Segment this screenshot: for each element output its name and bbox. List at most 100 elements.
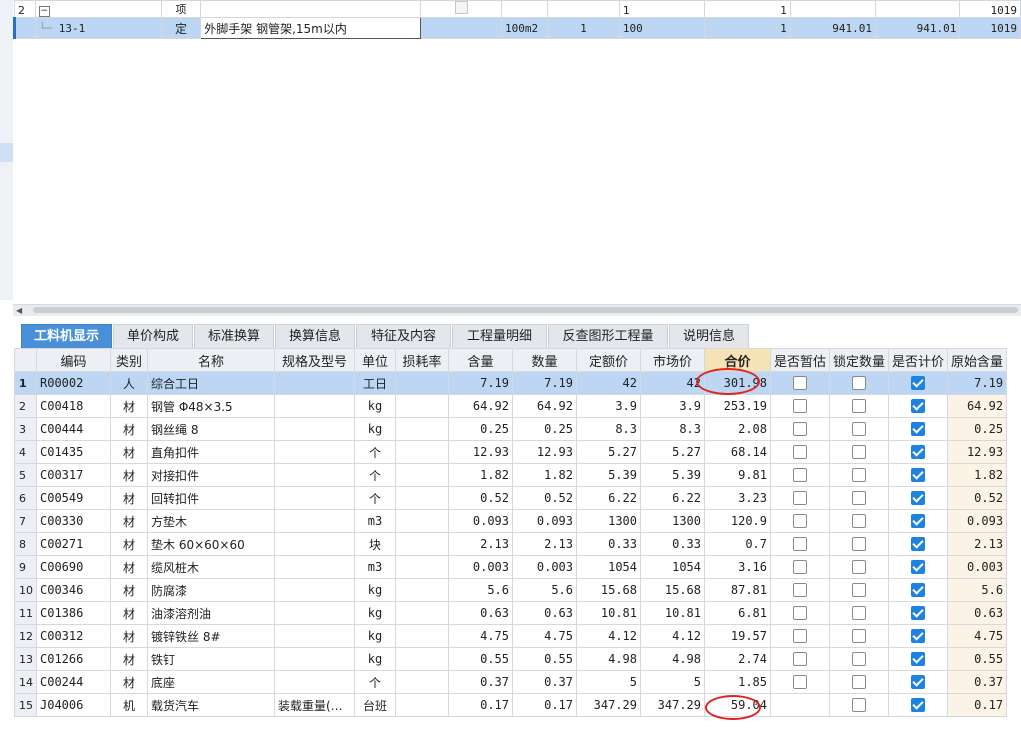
cell-unit[interactable]: 台班: [354, 693, 396, 717]
cell-category[interactable]: 材: [110, 394, 148, 418]
lock-qty-checkbox[interactable]: [852, 675, 867, 690]
row-number[interactable]: 3: [14, 417, 37, 441]
top-checkbox[interactable]: [454, 1, 468, 14]
lock-qty-checkbox[interactable]: [852, 468, 867, 483]
cell-content[interactable]: 0.52: [448, 486, 513, 510]
collapse-icon[interactable]: −: [38, 5, 50, 17]
priced-checkbox[interactable]: [911, 652, 926, 667]
cell-code[interactable]: C00346: [36, 578, 111, 602]
cell-spec[interactable]: [274, 440, 355, 464]
cell-spec[interactable]: [274, 532, 355, 556]
cell-spec[interactable]: 装载重量(…: [274, 693, 355, 717]
cell-content[interactable]: 0.093: [448, 509, 513, 533]
tab-features[interactable]: 特征及内容: [356, 324, 451, 348]
cell-quantity[interactable]: 0.25: [512, 417, 577, 441]
provisional-checkbox[interactable]: [793, 583, 807, 598]
col-header-loss-rate[interactable]: 损耗率: [395, 348, 449, 372]
priced-checkbox[interactable]: [911, 698, 926, 713]
cell-original-content[interactable]: 0.093: [947, 509, 1008, 533]
table-row[interactable]: 12 C00312 材镀锌铁丝 8# kg 4.75 4.75 4.12 4.12 19.57 4…: [14, 624, 1008, 648]
cell-unit[interactable]: m3: [354, 509, 396, 533]
cell-market-price[interactable]: 6.22: [640, 486, 705, 510]
col-header-name[interactable]: 名称: [147, 348, 275, 372]
cell-quantity[interactable]: 7.19: [512, 371, 577, 395]
cell-loss-rate[interactable]: [395, 555, 449, 579]
col-header-code[interactable]: 编码: [36, 348, 111, 372]
col-header-category[interactable]: 类别: [110, 348, 148, 372]
cell-code[interactable]: C01266: [36, 647, 111, 671]
lock-qty-checkbox[interactable]: [852, 560, 867, 575]
cell-market-price[interactable]: 0.33: [640, 532, 705, 556]
cell-code[interactable]: C00271: [36, 532, 111, 556]
scrollbar-thumb[interactable]: [33, 307, 1018, 313]
row-number[interactable]: 1: [14, 371, 37, 395]
cell-original-content[interactable]: 0.003: [947, 555, 1008, 579]
col-header-total[interactable]: 合价: [704, 348, 771, 372]
cell-code[interactable]: C01386: [36, 601, 111, 625]
table-row[interactable]: 14 C00244 材底座个 0.37 0.37 5 5 1.85 0.37: [14, 670, 1008, 694]
cell-market-price[interactable]: 4.98: [640, 647, 705, 671]
cell-original-content[interactable]: 0.52: [947, 486, 1008, 510]
cell-unit[interactable]: 块: [354, 532, 396, 556]
provisional-checkbox[interactable]: [793, 491, 807, 506]
table-row[interactable]: 11 C01386 材油漆溶剂油 kg 0.63 0.63 10.81 10.81 6.81 0.…: [14, 601, 1008, 625]
cell-name[interactable]: 防腐漆: [147, 578, 275, 602]
cell-category[interactable]: 材: [110, 532, 148, 556]
cell-original-content[interactable]: 0.17: [947, 693, 1008, 717]
row-number[interactable]: 8: [14, 532, 37, 556]
cell-original-content[interactable]: 0.37: [947, 670, 1008, 694]
cell-spec[interactable]: [274, 601, 355, 625]
cell-content[interactable]: 0.25: [448, 417, 513, 441]
cell-market-price[interactable]: 5: [640, 670, 705, 694]
cell-loss-rate[interactable]: [395, 440, 449, 464]
cell-quantity[interactable]: 0.17: [512, 693, 577, 717]
top-row-name-cell[interactable]: 外脚手架 钢管架,15m以内: [200, 17, 422, 39]
cell-content[interactable]: 7.19: [448, 371, 513, 395]
priced-checkbox[interactable]: [911, 629, 926, 644]
cell-name[interactable]: 载货汽车: [147, 693, 275, 717]
cell-spec[interactable]: [274, 463, 355, 487]
cell-code[interactable]: J04006: [36, 693, 111, 717]
col-header-market-price[interactable]: 市场价: [640, 348, 705, 372]
col-header-quota-price[interactable]: 定额价: [576, 348, 641, 372]
top-row-13-1[interactable]: └─ 13-1 定 外脚手架 钢管架,15m以内 100m2 1 100 1 9…: [13, 17, 1021, 39]
cell-content[interactable]: 0.63: [448, 601, 513, 625]
cell-quota-price[interactable]: 5: [576, 670, 641, 694]
lock-qty-checkbox[interactable]: [852, 537, 867, 552]
cell-name[interactable]: 钢丝绳 8: [147, 417, 275, 441]
cell-original-content[interactable]: 1.82: [947, 463, 1008, 487]
cell-market-price[interactable]: 5.27: [640, 440, 705, 464]
provisional-checkbox[interactable]: [793, 422, 807, 437]
cell-unit[interactable]: 工日: [354, 371, 396, 395]
cell-original-content[interactable]: 7.19: [947, 371, 1008, 395]
cell-loss-rate[interactable]: [395, 532, 449, 556]
cell-quota-price[interactable]: 4.98: [576, 647, 641, 671]
cell-market-price[interactable]: 10.81: [640, 601, 705, 625]
cell-spec[interactable]: [274, 417, 355, 441]
lock-qty-checkbox[interactable]: [852, 376, 867, 391]
priced-checkbox[interactable]: [911, 606, 926, 621]
provisional-checkbox[interactable]: [793, 445, 807, 460]
cell-loss-rate[interactable]: [395, 647, 449, 671]
cell-content[interactable]: 2.13: [448, 532, 513, 556]
priced-checkbox[interactable]: [911, 399, 926, 414]
cell-unit[interactable]: m3: [354, 555, 396, 579]
priced-checkbox[interactable]: [911, 376, 926, 391]
cell-content[interactable]: 1.82: [448, 463, 513, 487]
provisional-checkbox[interactable]: [793, 675, 807, 690]
lock-qty-checkbox[interactable]: [852, 399, 867, 414]
cell-spec[interactable]: [274, 555, 355, 579]
cell-market-price[interactable]: 347.29: [640, 693, 705, 717]
col-header-lock-qty[interactable]: 锁定数量: [829, 348, 890, 372]
row-number[interactable]: 6: [14, 486, 37, 510]
cell-content[interactable]: 4.75: [448, 624, 513, 648]
top-row-2[interactable]: 2 − 项 1 1 1019: [14, 0, 1021, 18]
provisional-checkbox[interactable]: [793, 652, 807, 667]
cell-quota-price[interactable]: 0.33: [576, 532, 641, 556]
cell-content[interactable]: 0.37: [448, 670, 513, 694]
cell-name[interactable]: 方垫木: [147, 509, 275, 533]
cell-original-content[interactable]: 0.25: [947, 417, 1008, 441]
cell-quantity[interactable]: 0.093: [512, 509, 577, 533]
tab-standard-conversion[interactable]: 标准换算: [194, 324, 274, 348]
cell-category[interactable]: 人: [110, 371, 148, 395]
